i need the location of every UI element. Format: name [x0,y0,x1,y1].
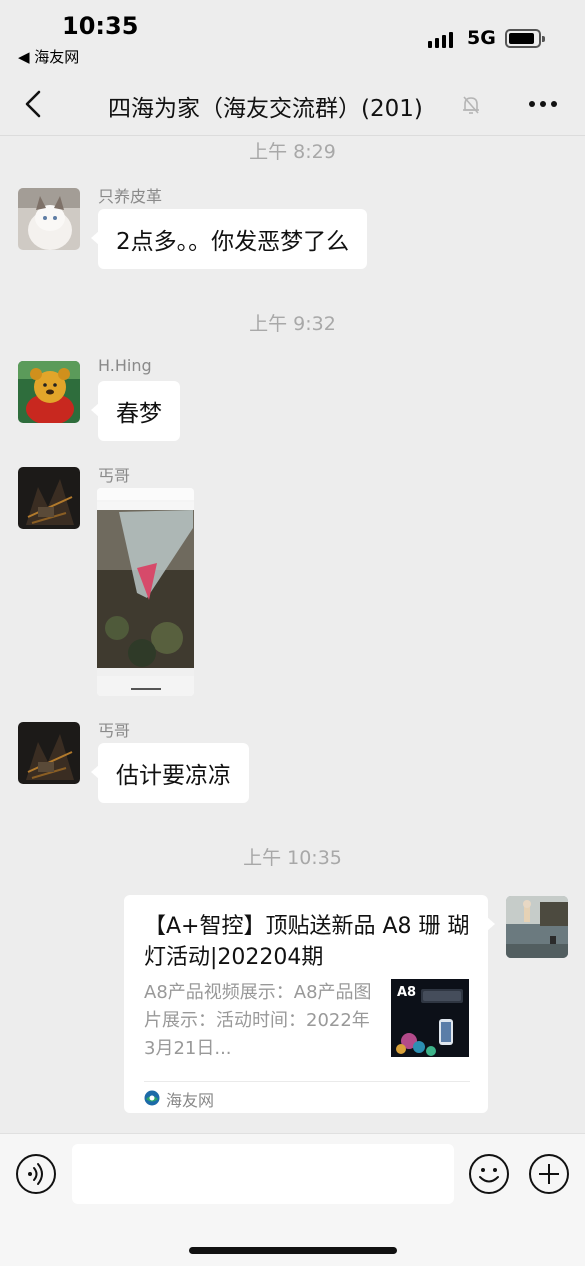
thumbnail-label: A8 [397,985,417,1000]
avatar[interactable] [18,722,80,784]
battery-icon [505,29,545,48]
link-description: A8产品视频展示：A8产品图片展示：活动时间：2022年3月21日... [144,982,372,1059]
avatar[interactable] [18,361,80,423]
status-bar: 10:35 ◀ 海友网 5G [0,0,585,72]
mute-bell-icon [463,96,479,114]
avatar[interactable] [506,896,568,958]
sender-name: 丐哥 [98,721,131,740]
link-thumbnail: A8 [391,979,469,1057]
signal-icon [428,30,453,48]
chat-header: 四海为家（海友交流群）(201) [0,72,585,136]
emoji-icon[interactable] [468,1153,510,1195]
home-indicator[interactable] [189,1247,397,1254]
sender-name: 丐哥 [98,466,131,485]
aquarium-photo-image [97,488,194,696]
avatar[interactable] [18,467,80,529]
image-message[interactable] [97,488,194,696]
pooh-avatar-image [18,361,80,423]
back-to-app-link[interactable]: ◀ 海友网 [18,46,79,67]
status-time: 10:35 [62,12,139,40]
message-bubble[interactable]: 估计要凉凉 [91,743,249,803]
more-options-icon[interactable] [526,90,560,118]
my-avatar-image [506,896,568,958]
input-bar [0,1133,585,1266]
sender-name: H.Hing [98,356,152,375]
back-chevron-icon[interactable] [20,86,50,122]
message-input[interactable] [72,1144,454,1204]
time-separator: 上午 9:32 [249,313,336,335]
plus-icon[interactable] [528,1153,570,1195]
time-separator: 上午 10:35 [243,847,342,869]
link-title: 【A+智控】顶贴送新品 A8 珊 瑚灯活动|202204期 [144,914,470,970]
voice-input-icon[interactable] [15,1153,57,1195]
source-logo-icon [144,1090,160,1106]
avatar[interactable] [18,188,80,250]
page-title: 四海为家（海友交流群）(201) [108,96,423,122]
link-card[interactable]: 【A+智控】顶贴送新品 A8 珊 瑚灯活动|202204期 A8产品视频展示：A… [124,895,495,1113]
message-bubble[interactable]: 2点多。。你发恶梦了么 [90,209,368,269]
cat-avatar-image [18,188,80,250]
sender-name: 只养皮革 [98,187,163,206]
link-source: 海友网 [166,1091,215,1110]
dark-avatar-image [18,467,80,529]
dark-avatar-image [18,722,80,784]
message-bubble[interactable]: 春梦 [91,381,180,441]
time-separator: 上午 8:29 [249,141,336,163]
network-type: 5G [467,27,496,49]
divider [144,1081,470,1082]
